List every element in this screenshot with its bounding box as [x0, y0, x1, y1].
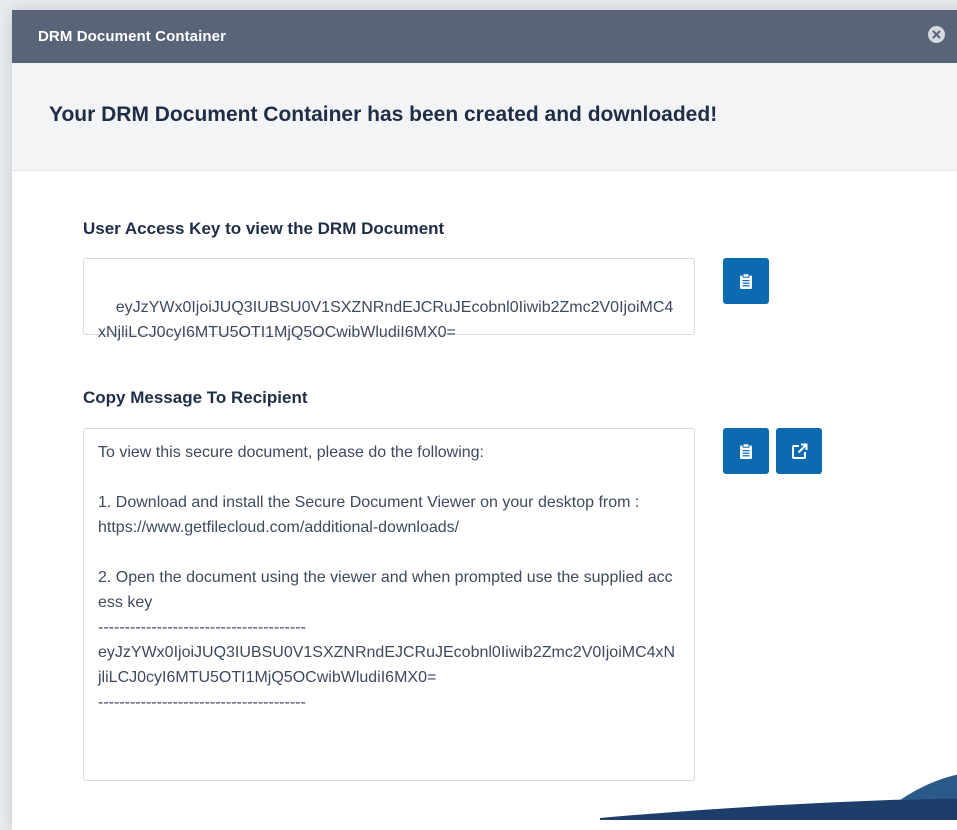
message-label: Copy Message To Recipient [83, 388, 308, 407]
dialog-header: DRM Document Container [12, 10, 957, 63]
access-key-value: eyJzYWx0IjoiJUQ3IUBSU0V1SXZNRndEJCRuJEco… [98, 299, 674, 341]
access-key-field[interactable]: eyJzYWx0IjoiJUQ3IUBSU0V1SXZNRndEJCRuJEco… [83, 258, 695, 341]
message-line: 2. Open the document using the viewer an… [98, 569, 673, 611]
external-link-icon [791, 443, 807, 459]
message-line: https://www.getfilecloud.com/additional-… [98, 519, 460, 536]
copy-message-button[interactable] [723, 428, 769, 474]
message-line: --------------------------------------- [98, 619, 306, 636]
message-textarea[interactable]: To view this secure document, please do … [83, 428, 695, 781]
open-message-button[interactable] [776, 428, 822, 474]
message-line: --------------------------------------- [98, 694, 306, 711]
message-line [98, 540, 678, 565]
copy-access-key-button[interactable] [723, 258, 769, 304]
close-icon[interactable] [928, 26, 945, 43]
success-banner: Your DRM Document Container has been cre… [12, 63, 957, 171]
clipboard-icon [740, 442, 752, 459]
clipboard-icon [740, 272, 752, 289]
decorative-swoosh [600, 774, 957, 820]
dialog-title: DRM Document Container [38, 28, 227, 45]
success-message: Your DRM Document Container has been cre… [49, 102, 718, 126]
message-line: 1. Download and install the Secure Docum… [98, 494, 640, 511]
message-line [98, 465, 678, 490]
message-line: eyJzYWx0IjoiJUQ3IUBSU0V1SXZNRndEJCRuJEco… [98, 644, 676, 686]
message-line: To view this secure document, please do … [98, 444, 484, 461]
drm-container-dialog: DRM Document Container Your DRM Document… [12, 10, 957, 830]
access-key-label: User Access Key to view the DRM Document [83, 219, 445, 238]
